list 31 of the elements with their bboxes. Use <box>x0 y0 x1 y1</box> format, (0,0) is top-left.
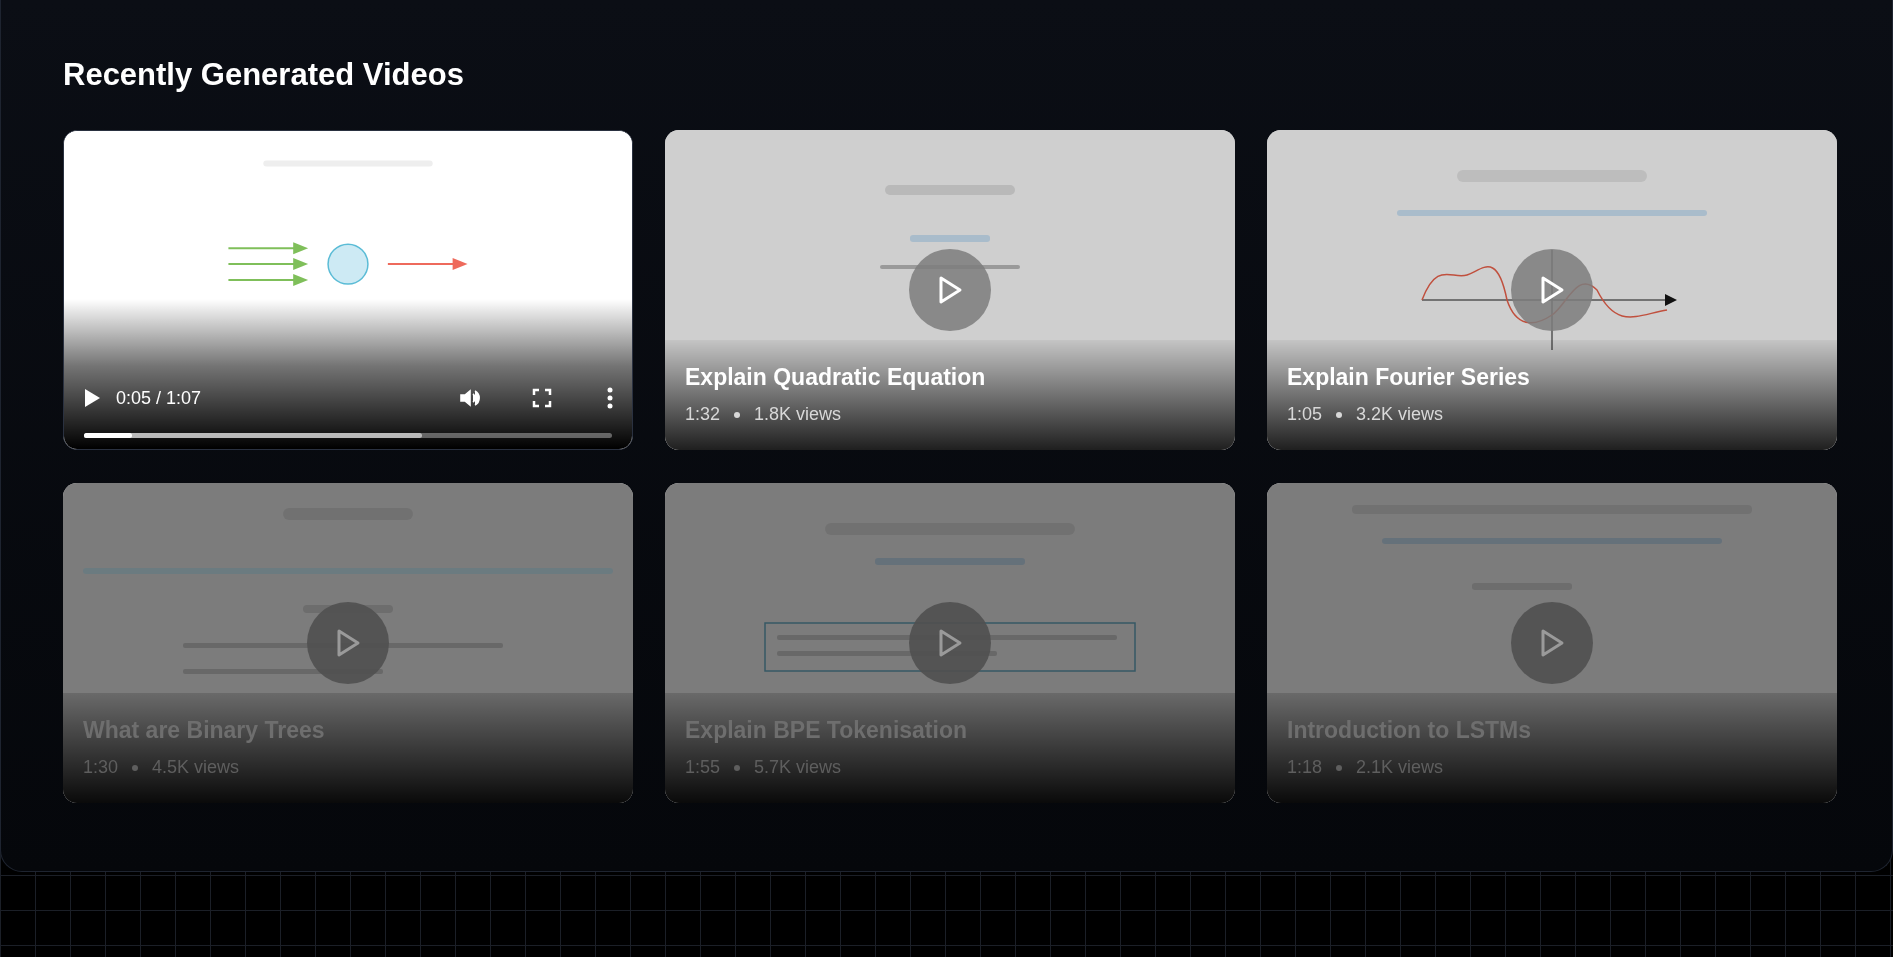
more-options-button[interactable] <box>606 387 614 409</box>
play-icon <box>937 628 963 658</box>
separator-dot <box>1336 764 1343 771</box>
video-card[interactable]: Explain Quadratic Equation 1:32 1.8K views <box>665 130 1235 450</box>
progress-bar[interactable] <box>84 433 612 438</box>
play-icon <box>1539 628 1565 658</box>
video-duration: 1:05 <box>1287 404 1323 425</box>
playback-time: 0:05 / 1:07 <box>116 387 202 409</box>
video-title: Explain Quadratic Equation <box>685 363 986 392</box>
video-duration: 1:30 <box>83 757 119 778</box>
section-heading: Recently Generated Videos <box>63 56 465 94</box>
video-duration: 1:55 <box>685 757 721 778</box>
view-count: 3.2K views <box>1356 404 1444 425</box>
view-count: 2.1K views <box>1356 757 1444 778</box>
play-icon <box>335 628 361 658</box>
video-title: Explain Fourier Series <box>1287 363 1530 392</box>
view-count: 4.5K views <box>152 757 240 778</box>
fullscreen-button[interactable] <box>532 388 552 408</box>
video-player[interactable]: 0:05 / 1:07 <box>63 130 633 450</box>
view-count: 1.8K views <box>754 404 842 425</box>
view-count: 5.7K views <box>754 757 842 778</box>
separator-dot <box>1336 411 1343 418</box>
separator-dot <box>132 764 139 771</box>
play-icon <box>1539 275 1565 305</box>
separator-dot <box>734 411 741 418</box>
video-card[interactable]: Explain Fourier Series 1:05 3.2K views <box>1267 130 1837 450</box>
play-icon <box>937 275 963 305</box>
video-duration: 1:18 <box>1287 757 1323 778</box>
play-button[interactable] <box>82 387 102 409</box>
separator-dot <box>734 764 741 771</box>
video-duration: 1:32 <box>685 404 721 425</box>
